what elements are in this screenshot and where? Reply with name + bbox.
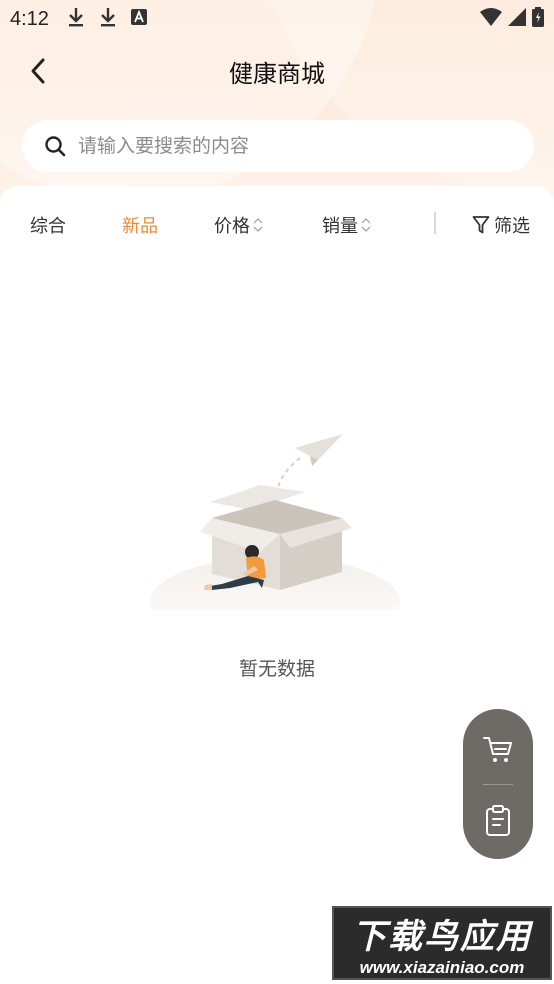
- status-bar: 4:12: [0, 0, 554, 38]
- tab-new-products[interactable]: 新品: [122, 212, 158, 238]
- float-divider: [483, 784, 513, 785]
- sort-tabs: 综合 新品 价格 销量 筛选: [0, 200, 554, 252]
- tab-label: 新品: [122, 216, 158, 237]
- tab-sales[interactable]: 销量: [322, 212, 371, 238]
- filter-button[interactable]: 筛选: [472, 212, 530, 238]
- search-icon: [45, 136, 66, 157]
- page-header: 健康商城: [0, 45, 554, 97]
- filter-label: 筛选: [494, 216, 530, 237]
- search-input[interactable]: [78, 135, 534, 157]
- tab-comprehensive[interactable]: 综合: [30, 212, 66, 238]
- tab-price[interactable]: 价格: [214, 212, 263, 238]
- empty-state-message: 暂无数据: [238, 658, 315, 680]
- status-time: 4:12: [10, 7, 49, 30]
- sort-arrows-icon: [253, 217, 263, 233]
- tabs-divider: [434, 212, 436, 234]
- tab-label: 销量: [322, 216, 358, 237]
- sort-arrows-icon: [361, 217, 371, 233]
- wifi-icon: [480, 8, 502, 30]
- order-list-button[interactable]: [463, 791, 533, 851]
- chevron-left-icon: [31, 58, 45, 84]
- watermark-url: www.xiazainiao.com: [359, 957, 525, 977]
- watermark-title: 下载鸟应用: [352, 916, 532, 957]
- signal-icon: [508, 8, 526, 30]
- watermark-logo: 下载鸟应用 www.xiazainiao.com: [332, 906, 552, 980]
- battery-icon: [532, 7, 544, 31]
- back-button[interactable]: [22, 55, 54, 87]
- cart-button[interactable]: [463, 719, 533, 779]
- clipboard-icon: [486, 805, 510, 836]
- empty-box-illustration: [150, 430, 400, 647]
- page-title: 健康商城: [229, 59, 325, 88]
- cart-icon: [483, 737, 512, 762]
- funnel-icon: [472, 216, 490, 234]
- tab-label: 综合: [30, 216, 66, 237]
- tab-label: 价格: [214, 216, 250, 237]
- text-icon: [130, 9, 147, 29]
- download-icon: [67, 7, 85, 31]
- search-bar[interactable]: [22, 120, 534, 172]
- download-icon: [99, 7, 117, 31]
- floating-action-panel: [463, 709, 533, 859]
